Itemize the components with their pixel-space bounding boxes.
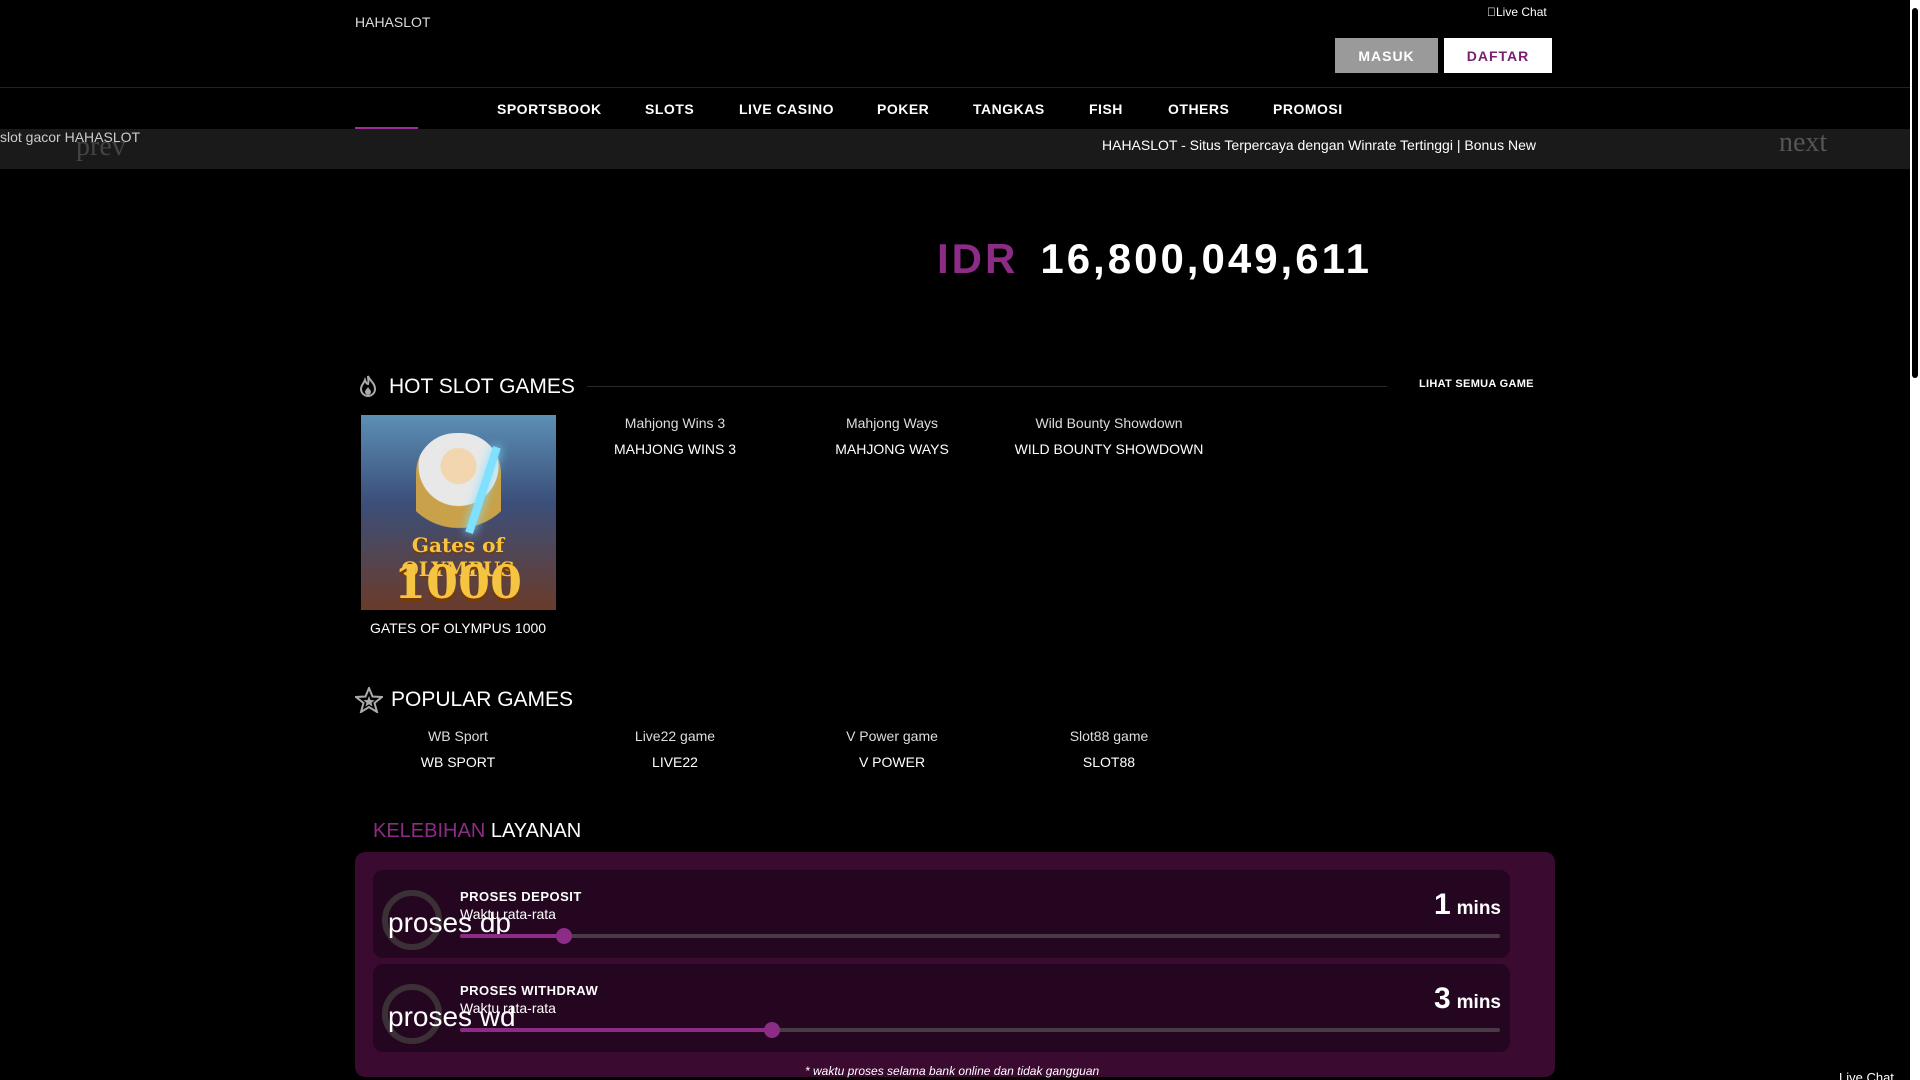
game-label[interactable]: GATES OF OLYMPUS 1000 xyxy=(358,620,558,636)
deposit-time: 1 mins xyxy=(1434,888,1501,922)
game-label[interactable]: LIVE22 xyxy=(575,754,775,770)
withdraw-process-card: proses wd PROSES WITHDRAW Waktu rata-rat… xyxy=(373,964,1510,1052)
game-label[interactable]: SLOT88 xyxy=(1009,754,1209,770)
game-label[interactable]: WB SPORT xyxy=(358,754,558,770)
nav-poker[interactable]: POKER xyxy=(877,89,929,129)
withdraw-subtitle: Waktu rata-rata xyxy=(460,1000,556,1016)
deposit-time-unit: mins xyxy=(1456,898,1501,919)
service-advantages-heading: KELEBIHAN LAYANAN xyxy=(373,820,581,843)
game-card-wb-sport[interactable]: WB Sport WB SPORT xyxy=(358,728,558,770)
deposit-progress-bar xyxy=(460,928,1500,944)
carousel-next-button[interactable]: next xyxy=(1779,127,1827,159)
game-image[interactable]: V Power game xyxy=(792,728,992,744)
popular-games-heading: POPULAR GAMES xyxy=(355,687,573,713)
game-image[interactable]: Slot88 game xyxy=(1009,728,1209,744)
flame-icon xyxy=(359,375,377,397)
heading-rest: LAYANAN xyxy=(490,820,582,842)
withdraw-progress-fill xyxy=(460,1028,772,1032)
game-image[interactable]: Mahjong Wins 3 xyxy=(575,415,775,431)
game-card-wild-bounty-showdown[interactable]: Wild Bounty Showdown WILD BOUNTY SHOWDOW… xyxy=(1009,415,1209,457)
deposit-subtitle: Waktu rata-rata xyxy=(460,906,556,922)
game-card-v-power[interactable]: V Power game V POWER xyxy=(792,728,992,770)
nav-home[interactable] xyxy=(355,89,418,129)
banner-strip: prev slot gacor HAHASLOT next HAHASLOT -… xyxy=(0,127,1910,169)
popular-games-title: POPULAR GAMES xyxy=(391,688,574,711)
game-label[interactable]: WILD BOUNTY SHOWDOWN xyxy=(1009,441,1209,457)
nav-sportsbook[interactable]: SPORTSBOOK xyxy=(497,89,602,129)
live-chat-label: Live Chat xyxy=(1487,5,1547,19)
hot-slot-title: HOT SLOT GAMES xyxy=(389,375,575,398)
chat-icon:  xyxy=(1487,5,1496,19)
nav-live-casino[interactable]: LIVE CASINO xyxy=(739,89,834,129)
deposit-process-card: proses dp PROSES DEPOSIT Waktu rata-rata… xyxy=(373,870,1510,958)
deposit-title: PROSES DEPOSIT xyxy=(460,889,582,904)
withdraw-time: 3 mins xyxy=(1434,982,1501,1016)
game-card-gates-of-olympus[interactable]: Gates of OLYMPUS 1000 GATES OF OLYMPUS 1… xyxy=(358,415,558,636)
withdraw-icon: proses wd xyxy=(382,984,516,1044)
game-label[interactable]: MAHJONG WINS 3 xyxy=(575,441,775,457)
game-image[interactable]: Wild Bounty Showdown xyxy=(1009,415,1209,431)
service-advantages-panel: proses dp PROSES DEPOSIT Waktu rata-rata… xyxy=(355,852,1555,1077)
game-card-slot88[interactable]: Slot88 game SLOT88 xyxy=(1009,728,1209,770)
heading-accent: KELEBIHAN xyxy=(373,820,486,842)
jackpot-counter: IDR 16,800,049,611 xyxy=(937,235,1372,283)
game-thumbnail[interactable]: Gates of OLYMPUS 1000 xyxy=(360,415,556,610)
deposit-progress-fill xyxy=(460,934,564,938)
jackpot-currency: IDR xyxy=(937,235,1019,282)
register-button[interactable]: DAFTAR xyxy=(1444,38,1552,73)
live-chat-link[interactable]: Live Chat xyxy=(1487,5,1547,19)
banner-image: slot gacor HAHASLOT xyxy=(0,129,141,145)
deposit-progress-knob xyxy=(556,928,572,944)
game-image[interactable]: WB Sport xyxy=(358,728,558,744)
game-card-live22[interactable]: Live22 game LIVE22 xyxy=(575,728,775,770)
page-scrollbar[interactable] xyxy=(1910,0,1920,1080)
nav-tangkas[interactable]: TANGKAS xyxy=(973,89,1045,129)
header: HAHASLOT Live Chat MASUK DAFTAR xyxy=(0,0,1910,88)
see-all-games-link[interactable]: LIHAT SEMUA GAME xyxy=(1419,378,1534,390)
nav-fish[interactable]: FISH xyxy=(1089,89,1123,129)
game-card-mahjong-ways[interactable]: Mahjong Ways MAHJONG WAYS xyxy=(792,415,992,457)
deposit-icon: proses dp xyxy=(382,890,511,950)
withdraw-progress-knob xyxy=(764,1022,780,1038)
section-divider xyxy=(587,386,1387,387)
jackpot-amount: 16,800,049,611 xyxy=(1040,235,1372,282)
site-logo[interactable]: HAHASLOT xyxy=(355,14,430,30)
withdraw-time-unit: mins xyxy=(1456,992,1501,1013)
floating-live-chat[interactable]: Live Chat xyxy=(1839,1070,1894,1080)
thumbnail-number: 1000 xyxy=(393,555,523,609)
announcement-marquee: HAHASLOT - Situs Terpercaya dengan Winra… xyxy=(1102,137,1536,153)
withdraw-progress-bar xyxy=(460,1022,1500,1038)
nav-others[interactable]: OTHERS xyxy=(1168,89,1229,129)
game-label[interactable]: MAHJONG WAYS xyxy=(792,441,992,457)
withdraw-title: PROSES WITHDRAW xyxy=(460,983,599,998)
star-icon xyxy=(355,687,383,713)
game-label[interactable]: V POWER xyxy=(792,754,992,770)
main-nav: SPORTSBOOK SLOTS LIVE CASINO POKER TANGK… xyxy=(0,89,1910,129)
processing-note: * waktu proses selama bank online dan ti… xyxy=(805,1064,1100,1078)
hot-slot-heading: HOT SLOT GAMES xyxy=(355,374,575,400)
game-image[interactable]: Live22 game xyxy=(575,728,775,744)
nav-slots[interactable]: SLOTS xyxy=(645,89,694,129)
game-card-mahjong-wins-3[interactable]: Mahjong Wins 3 MAHJONG WINS 3 xyxy=(575,415,775,457)
game-image[interactable]: Mahjong Ways xyxy=(792,415,992,431)
deposit-time-value: 1 xyxy=(1433,888,1451,921)
scrollbar-thumb[interactable] xyxy=(1912,8,1918,378)
nav-promosi[interactable]: PROMOSI xyxy=(1273,89,1343,129)
login-button[interactable]: MASUK xyxy=(1335,38,1438,73)
withdraw-time-value: 3 xyxy=(1433,982,1451,1015)
